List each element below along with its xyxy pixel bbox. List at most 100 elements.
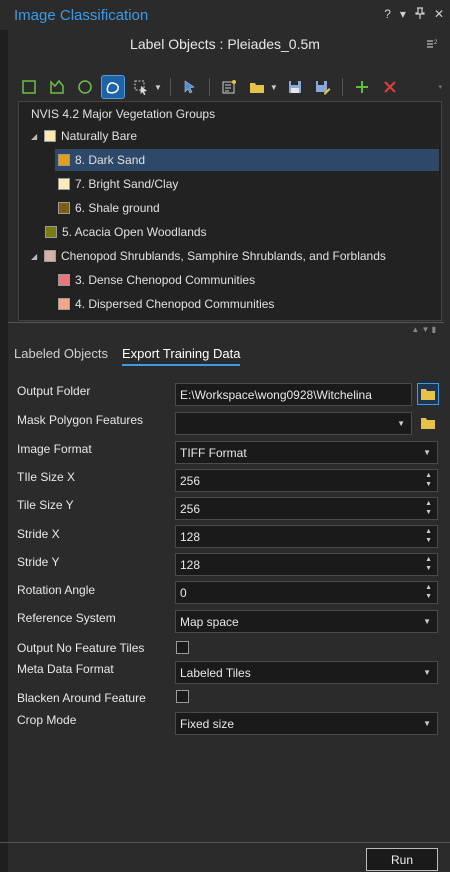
class-color-swatch [44,250,56,262]
folder-icon [421,418,435,429]
pane-splitter[interactable]: ▲ ▼ ▮ [8,322,444,334]
tree-root[interactable]: NVIS 4.2 Major Vegetation Groups [31,103,215,125]
save-as-icon[interactable] [312,76,334,98]
reference-system-select[interactable]: Map space ▼ [175,610,438,633]
chevron-down-icon[interactable]: ▼ [397,419,405,428]
browse-mask-polygon-button[interactable] [417,412,439,434]
circle-tool-icon[interactable] [74,76,96,98]
crop-mode-label: Crop Mode [17,713,77,727]
tree-item-bright-sand-clay[interactable]: 7. Bright Sand/Clay [58,173,178,195]
mask-polygon-label: Mask Polygon Features [17,413,144,427]
add-class-icon[interactable] [351,76,373,98]
autodetect-tool-icon[interactable] [130,76,152,98]
tree-item-label: 4. Dispersed Chenopod Communities [75,297,275,311]
open-folder-icon[interactable] [246,76,268,98]
tree-item-label: Chenopod Shrublands, Samphire Shrublands… [61,249,386,263]
chevron-down-icon[interactable]: ▼ [423,719,431,728]
svg-text:2: 2 [434,40,438,46]
tree-item-dispersed-chenopod[interactable]: 4. Dispersed Chenopod Communities [58,293,274,315]
output-no-feature-tiles-label: Output No Feature Tiles [17,641,145,655]
tab-export-training-data[interactable]: Export Training Data [121,346,241,366]
folder-icon [421,389,435,400]
sort-icon[interactable]: 2 [426,38,440,53]
autodetect-dropdown-icon[interactable]: ▼ [154,83,162,92]
rotation-angle-value: 0 [180,585,187,600]
chevron-down-icon[interactable]: ▼ [423,617,431,626]
rectangle-tool-icon[interactable] [18,76,40,98]
tree-item-dense-chenopod[interactable]: 3. Dense Chenopod Communities [58,269,255,291]
tab-labeled-objects[interactable]: Labeled Objects [14,346,108,366]
remove-class-icon[interactable] [379,76,401,98]
crop-mode-select[interactable]: Fixed size ▼ [175,712,438,735]
select-segment-icon[interactable] [179,76,201,98]
pane-controls: ? ▾ ✕ [384,7,444,22]
spin-arrows-icon[interactable]: ▲ ▼ [425,583,432,601]
spin-arrows-icon[interactable]: ▲ ▼ [425,499,432,517]
tile-size-y-value: 256 [180,501,201,516]
class-color-swatch [44,130,56,142]
rotation-angle-label: Rotation Angle [17,583,96,597]
tree-item-acacia-open-woodlands[interactable]: 5. Acacia Open Woodlands [45,221,207,243]
stride-x-label: Stride X [17,527,60,541]
polygon-tool-icon[interactable] [46,76,68,98]
collapse-icon[interactable]: ◢ [31,132,39,141]
tree-root-label: NVIS 4.2 Major Vegetation Groups [31,107,216,121]
spin-arrows-icon[interactable]: ▲ ▼ [425,527,432,545]
class-color-swatch [58,202,70,214]
tile-size-x-stepper[interactable]: 256 ▲ ▼ [175,469,438,492]
reference-system-label: Reference System [17,611,116,625]
class-color-swatch [45,226,57,238]
toolbar-separator [169,78,171,96]
stride-y-value: 128 [180,557,201,572]
blacken-around-feature-checkbox[interactable] [176,690,189,703]
image-format-select[interactable]: TIFF Format ▼ [175,441,438,464]
tree-item-label: 3. Dense Chenopod Communities [75,273,256,287]
label-schema-icon[interactable] [218,76,240,98]
class-color-swatch [58,178,70,190]
image-format-label: Image Format [17,442,92,456]
output-folder-field[interactable]: E:\Workspace\wong0928\Witchelina [175,383,412,406]
save-icon[interactable] [284,76,306,98]
tree-item-dark-sand[interactable]: 8. Dark Sand [55,149,439,171]
help-icon[interactable]: ? [384,7,391,22]
toolbar-separator [208,78,210,96]
panel-left-edge [0,0,8,872]
image-format-value: TIFF Format [180,445,247,460]
meta-data-format-select[interactable]: Labeled Tiles ▼ [175,661,438,684]
tree-item-chenopod-shrublands[interactable]: ◢ Chenopod Shrublands, Samphire Shrublan… [31,245,386,267]
wizard-title: Label Objects : Pleiades_0.5m [130,36,320,52]
tile-size-y-stepper[interactable]: 256 ▲ ▼ [175,497,438,520]
tree-item-label: 7. Bright Sand/Clay [75,177,179,191]
pane-title-bar: Image Classification ? ▾ ✕ [0,0,450,30]
tree-item-shale-ground[interactable]: 6. Shale ground [58,197,160,219]
spin-arrows-icon[interactable]: ▲ ▼ [425,555,432,573]
run-button[interactable]: Run [366,848,438,871]
footer-divider [0,842,450,843]
stride-x-stepper[interactable]: 128 ▲ ▼ [175,525,438,548]
stride-y-stepper[interactable]: 128 ▲ ▼ [175,553,438,576]
stride-x-value: 128 [180,529,201,544]
spin-arrows-icon[interactable]: ▲ ▼ [425,471,432,489]
class-color-swatch [58,274,70,286]
tree-item-label: 8. Dark Sand [75,153,146,167]
output-folder-value: E:\Workspace\wong0928\Witchelina [180,387,372,402]
open-dropdown-icon[interactable]: ▼ [270,83,278,92]
class-color-swatch [58,298,70,310]
output-no-feature-tiles-checkbox[interactable] [176,641,189,654]
tab-strip: Labeled Objects Export Training Data [14,346,241,366]
chevron-down-icon[interactable]: ▼ [423,668,431,677]
toolbar-overflow-icon[interactable]: ▾ [438,83,442,91]
tree-item-naturally-bare[interactable]: ◢ Naturally Bare [31,125,137,147]
browse-output-folder-button[interactable] [417,383,439,405]
rotation-angle-stepper[interactable]: 0 ▲ ▼ [175,581,438,604]
chevron-down-icon[interactable]: ▼ [423,448,431,457]
close-icon[interactable]: ✕ [434,7,444,22]
class-schema-tree[interactable]: NVIS 4.2 Major Vegetation Groups ◢ Natur… [18,101,442,321]
pin-icon[interactable] [415,7,425,22]
splitter-arrows-icon[interactable]: ▲ ▼ ▮ [411,325,436,334]
mask-polygon-field[interactable]: ▼ [175,412,412,435]
collapse-icon[interactable]: ◢ [31,252,39,261]
freehand-tool-icon[interactable] [101,75,125,99]
stride-y-label: Stride Y [17,555,60,569]
pane-menu-icon[interactable]: ▾ [400,7,406,22]
